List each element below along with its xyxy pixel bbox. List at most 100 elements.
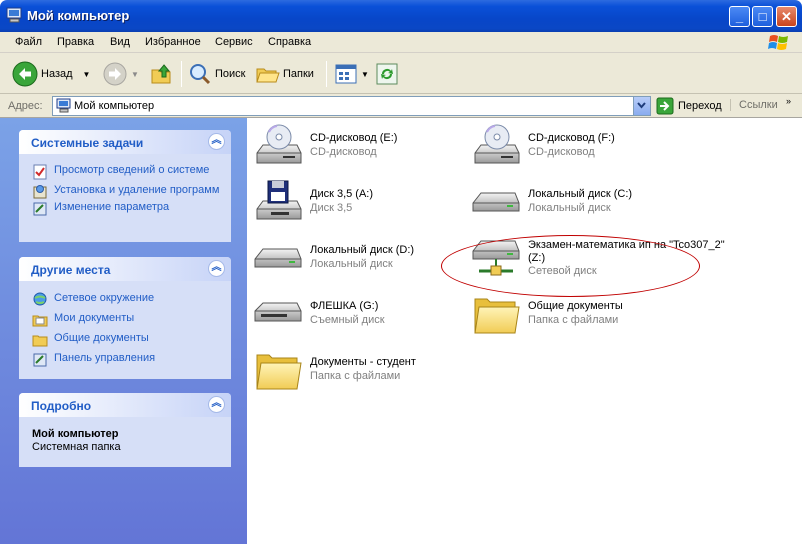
place-label: Мои документы: [54, 312, 135, 324]
task-label: Изменение параметра: [54, 201, 170, 213]
drive-cd-f[interactable]: CD-дисковод (F:) CD-дисковод: [471, 123, 731, 171]
title-bar[interactable]: Мой компьютер _ □ ✕: [0, 0, 802, 32]
removable-drive-icon: [254, 302, 302, 322]
folder-icon: [32, 335, 48, 347]
network-places-icon: [33, 292, 47, 306]
place-label: Сетевое окружение: [54, 292, 155, 304]
drive-local-c[interactable]: Локальный диск (C:) Локальный диск: [471, 179, 731, 227]
sync-icon: [376, 63, 398, 85]
chevron-down-icon: [637, 102, 646, 109]
task-add-remove-programs[interactable]: Установка и удаление программ: [19, 184, 231, 199]
folder-name: Документы - студент: [310, 356, 416, 368]
my-computer-icon: [6, 7, 22, 23]
folder-type: Папка с файлами: [310, 370, 401, 382]
drive-type: CD-дисковод: [310, 146, 377, 158]
address-label: Адрес:: [8, 100, 43, 112]
forward-dropdown-icon[interactable]: ▼: [131, 70, 139, 79]
place-control-panel[interactable]: Панель управления: [19, 352, 231, 367]
task-label: Просмотр сведений о системе: [54, 164, 210, 176]
search-icon: [190, 64, 211, 85]
place-network[interactable]: Сетевое окружение: [19, 292, 231, 306]
address-dropdown-button[interactable]: [633, 97, 650, 115]
back-arrow-icon: [12, 61, 38, 87]
task-change-setting[interactable]: Изменение параметра: [19, 201, 231, 216]
minimize-button[interactable]: _: [729, 6, 750, 27]
folders-icon: [256, 68, 280, 83]
details-panel: Подробно ︽ Мой компьютер Системная папка: [19, 393, 231, 467]
drive-type: Локальный диск: [310, 258, 393, 270]
views-button[interactable]: ▼: [334, 59, 369, 89]
menu-file[interactable]: Файл: [15, 36, 42, 48]
menu-help[interactable]: Справка: [268, 36, 311, 48]
folder-type: Папка с файлами: [528, 314, 619, 326]
place-label: Общие документы: [54, 332, 149, 344]
details-name: Мой компьютер: [32, 428, 119, 440]
back-button[interactable]: Назад ▼: [12, 59, 90, 89]
search-button[interactable]: Поиск: [188, 59, 245, 89]
maximize-button[interactable]: □: [752, 6, 773, 27]
collapse-other-places-button[interactable]: ︽: [208, 260, 225, 277]
floppy-drive-icon: [256, 180, 302, 220]
links-chevron-icon[interactable]: »: [786, 96, 791, 106]
network-drive-icon: [472, 240, 520, 276]
back-label: Назад: [41, 68, 73, 80]
task-view-system-info[interactable]: Просмотр сведений о системе: [19, 164, 231, 180]
menu-tools[interactable]: Сервис: [215, 36, 253, 48]
sync-button[interactable]: [375, 59, 399, 89]
address-bar: Адрес: Мой компьютер Переход Ссылки »: [0, 94, 802, 118]
search-label: Поиск: [215, 68, 246, 80]
forward-arrow-icon: [103, 62, 127, 86]
up-folder-button[interactable]: [150, 59, 174, 89]
back-dropdown-icon[interactable]: ▼: [83, 70, 91, 79]
hard-drive-icon: [254, 248, 302, 268]
system-tasks-panel: Системные задачи ︽ Просмотр сведений о с…: [19, 130, 231, 242]
folders-label: Папки: [283, 68, 314, 80]
task-pane: Системные задачи ︽ Просмотр сведений о с…: [0, 118, 247, 544]
system-tasks-title: Системные задачи: [31, 136, 144, 150]
system-info-icon: [33, 164, 47, 180]
control-panel-icon: [33, 353, 47, 367]
go-arrow-icon: [656, 97, 674, 115]
up-folder-icon: [151, 64, 171, 84]
cd-drive-icon: [474, 124, 520, 164]
cd-drive-icon: [256, 124, 302, 164]
go-button[interactable]: Переход: [656, 97, 722, 115]
collapse-system-tasks-button[interactable]: ︽: [208, 133, 225, 150]
forward-button[interactable]: ▼: [103, 59, 139, 89]
go-label: Переход: [678, 100, 722, 112]
control-panel-icon: [33, 202, 47, 216]
window-title: Мой компьютер: [27, 8, 130, 23]
drive-type: Диск 3,5: [310, 202, 353, 214]
menu-favorites[interactable]: Избранное: [145, 36, 201, 48]
drive-name: CD-дисковод (F:): [528, 132, 615, 144]
other-places-panel: Другие места ︽ Сетевое окружение Мои док…: [19, 257, 231, 379]
menu-view[interactable]: Вид: [110, 36, 130, 48]
close-button[interactable]: ✕: [776, 6, 797, 27]
drive-name: Экзамен-математика ип на "Tco307_2" (Z:): [528, 239, 725, 264]
drive-network-z[interactable]: Экзамен-математика ип на "Tco307_2" (Z:)…: [471, 235, 731, 283]
system-tasks-header[interactable]: Системные задачи ︽: [19, 130, 231, 154]
my-computer-icon: [56, 98, 71, 113]
my-documents-icon: [32, 315, 48, 327]
address-field[interactable]: Мой компьютер: [52, 96, 651, 116]
folder-icon: [256, 354, 302, 390]
drive-type: Съемный диск: [310, 314, 385, 326]
details-title: Подробно: [31, 399, 92, 413]
menu-edit[interactable]: Правка: [57, 36, 94, 48]
drive-type: Сетевой диск: [528, 265, 597, 277]
views-dropdown-icon[interactable]: ▼: [361, 70, 369, 79]
other-places-title: Другие места: [31, 263, 111, 277]
toolbar: Назад ▼ ▼ Поиск Папки ▼: [0, 53, 802, 94]
folder-name: Общие документы: [528, 300, 623, 312]
folder-documents-student[interactable]: Документы - студент Папка с файлами: [253, 347, 513, 395]
other-places-header[interactable]: Другие места ︽: [19, 257, 231, 281]
folders-button[interactable]: Папки: [256, 59, 314, 89]
place-my-documents[interactable]: Мои документы: [19, 312, 231, 327]
views-icon: [335, 64, 357, 84]
place-shared-documents[interactable]: Общие документы: [19, 332, 231, 347]
details-header[interactable]: Подробно ︽: [19, 393, 231, 417]
links-toolbar[interactable]: Ссылки: [730, 99, 778, 111]
collapse-details-button[interactable]: ︽: [208, 396, 225, 413]
drive-name: Локальный диск (C:): [528, 188, 633, 200]
folder-shared-documents[interactable]: Общие документы Папка с файлами: [471, 291, 731, 339]
